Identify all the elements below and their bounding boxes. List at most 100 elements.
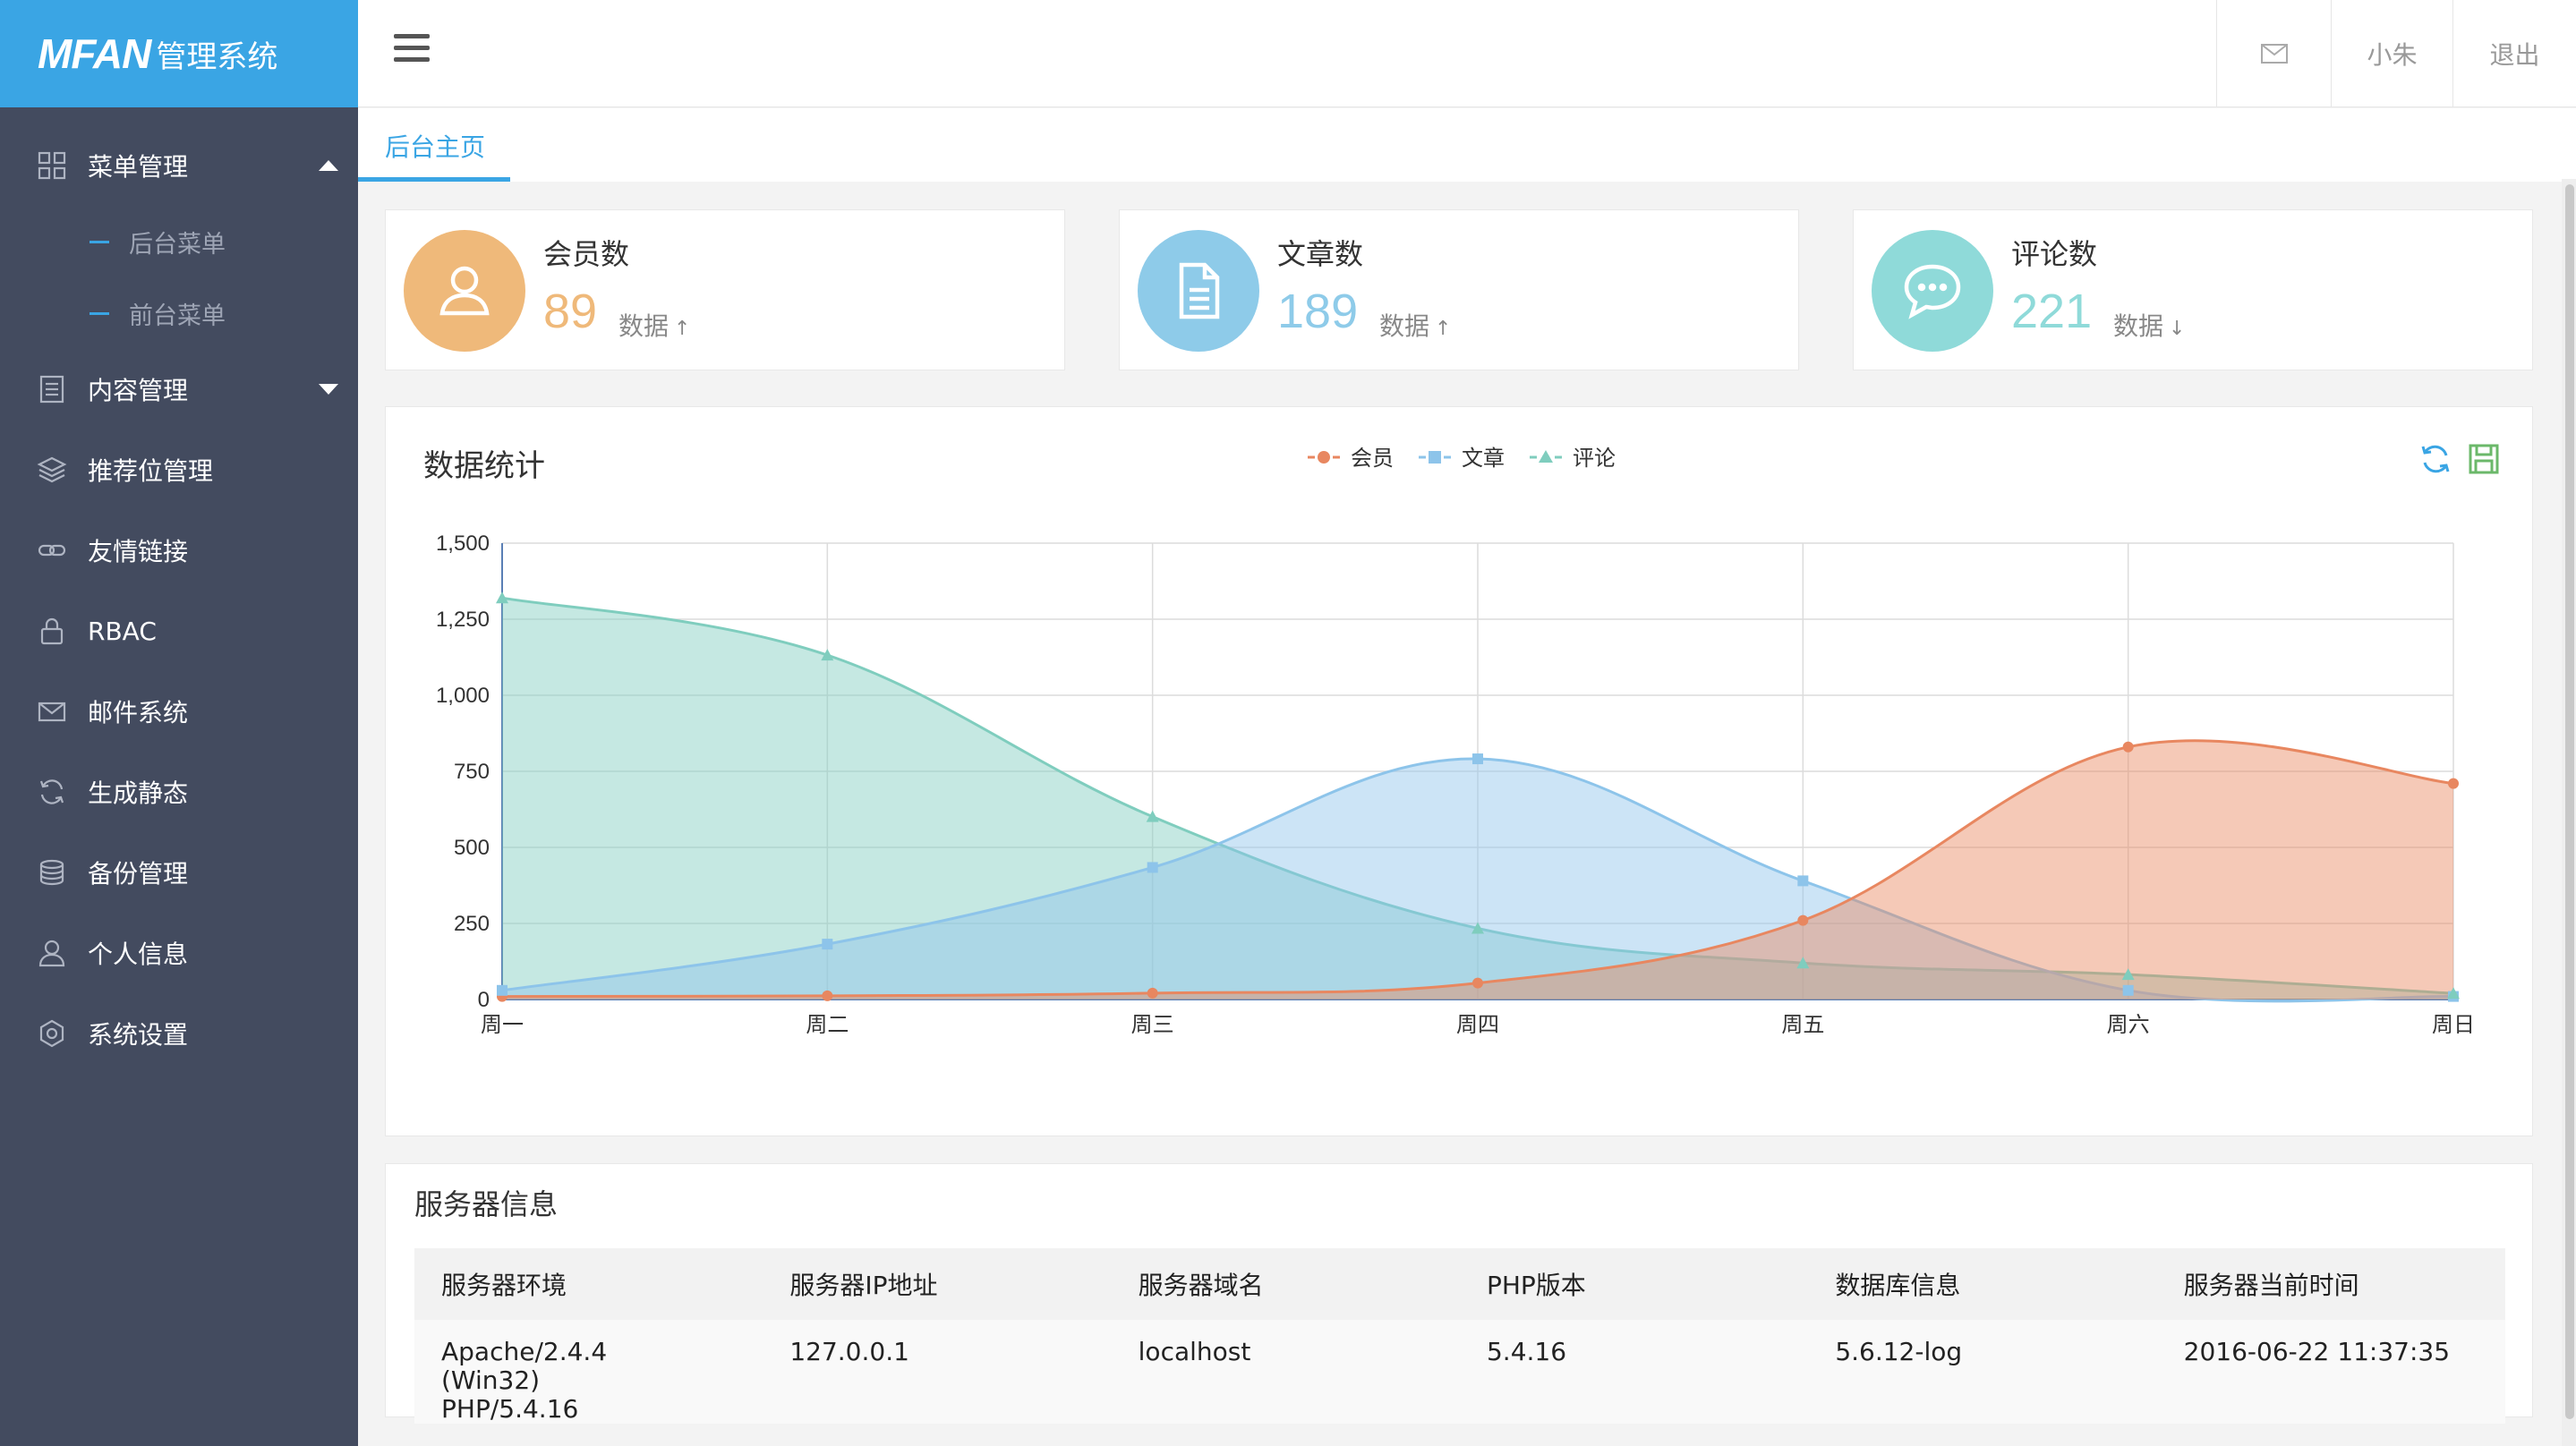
sidebar-item-rbac[interactable]: RBAC [0, 591, 358, 671]
table-cell: localhost [1111, 1320, 1460, 1424]
sidebar-subitem-backend-menu[interactable]: 后台菜单 [0, 206, 358, 277]
sidebar-item-settings[interactable]: 系统设置 [0, 993, 358, 1074]
x-tick-label: 周一 [481, 1012, 524, 1037]
arrow-up-icon: ↑ [1435, 318, 1452, 340]
data-point [1472, 753, 1483, 765]
link-icon [36, 534, 68, 566]
scrollbar-thumb[interactable] [2565, 184, 2574, 1419]
x-tick-label: 周四 [1456, 1012, 1499, 1037]
x-tick-label: 周五 [1781, 1012, 1824, 1037]
x-tick-label: 周三 [1131, 1012, 1174, 1037]
sidebar-item-menu-management[interactable]: 菜单管理 [0, 125, 358, 206]
sidebar-subitem-frontend-menu[interactable]: 前台菜单 [0, 277, 358, 349]
x-tick-label: 周六 [2107, 1012, 2150, 1037]
sidebar-item-label: 菜单管理 [88, 152, 189, 182]
lock-icon [36, 615, 68, 647]
stat-card-comments: 评论数 221 数据 ↓ [1853, 209, 2533, 370]
legend-label: 评论 [1573, 446, 1616, 471]
table-cell: 2016-06-22 11:37:35 [2156, 1320, 2505, 1424]
chat-bubble-icon [1872, 230, 1993, 352]
data-point [1147, 862, 1158, 873]
mail-icon [36, 695, 68, 727]
x-tick-label: 周日 [2432, 1012, 2475, 1037]
dash-icon [90, 240, 109, 243]
legend-label: 会员 [1351, 446, 1394, 471]
chevron-down-icon [319, 384, 338, 395]
stat-meta-label: 数据 [2113, 311, 2164, 341]
stat-card-members: 会员数 89 数据 ↑ [385, 209, 1065, 370]
sidebar-item-label: 邮件系统 [88, 698, 189, 727]
tab-active-indicator [358, 177, 510, 182]
column-header: 服务器环境 [414, 1248, 763, 1320]
sidebar-item-label: 备份管理 [88, 859, 189, 889]
legend-marker [1539, 450, 1553, 463]
refresh-icon [36, 776, 68, 808]
tab-dashboard[interactable]: 后台主页 [385, 128, 485, 164]
legend-marker [1429, 451, 1441, 464]
sidebar-subitem-label: 后台菜单 [129, 230, 226, 259]
stat-meta-label: 数据 [618, 311, 670, 341]
user-icon [36, 937, 68, 969]
y-tick-label: 750 [454, 760, 490, 784]
column-header: 数据库信息 [1808, 1248, 2157, 1320]
data-point [497, 984, 508, 996]
stat-card-articles: 文章数 189 数据 ↑ [1119, 209, 1799, 370]
data-point [2448, 778, 2459, 789]
document-icon [1138, 230, 1259, 352]
y-tick-label: 500 [454, 836, 490, 860]
stat-meta: 数据 ↑ [618, 307, 690, 343]
table-cell: Apache/2.4.4 (Win32) PHP/5.4.16 [414, 1320, 763, 1424]
stat-meta: 数据 ↓ [2113, 307, 2185, 343]
x-tick-label: 周二 [806, 1012, 849, 1037]
column-header: 服务器域名 [1111, 1248, 1460, 1320]
sidebar-item-links[interactable]: 友情链接 [0, 510, 358, 591]
chart-panel: 数据统计 0 250 500 750 1,000 1,250 1,500 周一 周二 周三 周四 周五… [385, 406, 2533, 1136]
database-icon [36, 856, 68, 889]
sidebar-item-recommend[interactable]: 推荐位管理 [0, 430, 358, 510]
user-menu-button[interactable]: 小朱 [2331, 0, 2452, 107]
mail-button[interactable] [2216, 0, 2331, 107]
layers-icon [36, 454, 68, 486]
sidebar-item-backup[interactable]: 备份管理 [0, 832, 358, 913]
dash-icon [90, 311, 109, 315]
y-tick-label: 250 [454, 912, 490, 936]
table-cell: 127.0.0.1 [763, 1320, 1112, 1424]
sidebar-item-label: 友情链接 [88, 537, 189, 566]
document-icon [36, 373, 68, 405]
sidebar-item-label: 系统设置 [88, 1020, 189, 1050]
sidebar-item-profile[interactable]: 个人信息 [0, 913, 358, 993]
table-cell: 5.6.12-log [1808, 1320, 2157, 1424]
logo-brand: MFAN [38, 30, 151, 77]
stat-meta: 数据 ↑ [1379, 307, 1451, 343]
sidebar-item-mail[interactable]: 邮件系统 [0, 671, 358, 752]
stat-title: 评论数 [2011, 237, 2098, 271]
server-info-title: 服务器信息 [414, 1187, 559, 1221]
sidebar-item-content[interactable]: 内容管理 [0, 349, 358, 430]
sidebar-item-label: RBAC [88, 616, 157, 646]
legend-marker [1318, 451, 1330, 464]
sidebar-item-static[interactable]: 生成静态 [0, 752, 358, 832]
table-cell: 5.4.16 [1459, 1320, 1809, 1424]
sidebar-item-label: 内容管理 [88, 376, 189, 405]
server-info-panel: 服务器信息 服务器环境 服务器IP地址 服务器域名 PHP版本 数据库信息 服务… [385, 1163, 2533, 1424]
area-chart: 0 250 500 750 1,000 1,250 1,500 周一 周二 周三 周四 周五 周六 周日 会… [436, 446, 2475, 1037]
arrow-down-icon: ↓ [2169, 318, 2186, 340]
logo[interactable]: MFAN 管理系统 [0, 0, 358, 107]
stat-title: 会员数 [543, 237, 630, 271]
sidebar-menu: 菜单管理 后台菜单 前台菜单 内容管理 推荐位管理 友情链接 RBAC 邮件系统… [0, 125, 358, 1074]
submenu: 后台菜单 前台菜单 [0, 206, 358, 349]
column-header: PHP版本 [1459, 1248, 1809, 1320]
data-point [1472, 977, 1483, 989]
settings-icon [36, 1017, 68, 1050]
sidebar: MFAN 管理系统 菜单管理 后台菜单 前台菜单 内容管理 推荐位管理 友情链接 [0, 0, 358, 1446]
logout-button[interactable]: 退出 [2452, 0, 2576, 107]
sidebar-item-label: 个人信息 [88, 940, 189, 969]
data-point [2122, 741, 2134, 753]
top-actions: 小朱 退出 [2216, 0, 2576, 107]
y-tick-label: 1,500 [436, 532, 490, 556]
legend-label: 文章 [1462, 446, 1505, 471]
y-tick-label: 0 [478, 988, 490, 1012]
logo-subtitle: 管理系统 [156, 38, 278, 75]
y-tick-label: 1,250 [436, 608, 490, 632]
hamburger-icon[interactable] [394, 34, 430, 70]
